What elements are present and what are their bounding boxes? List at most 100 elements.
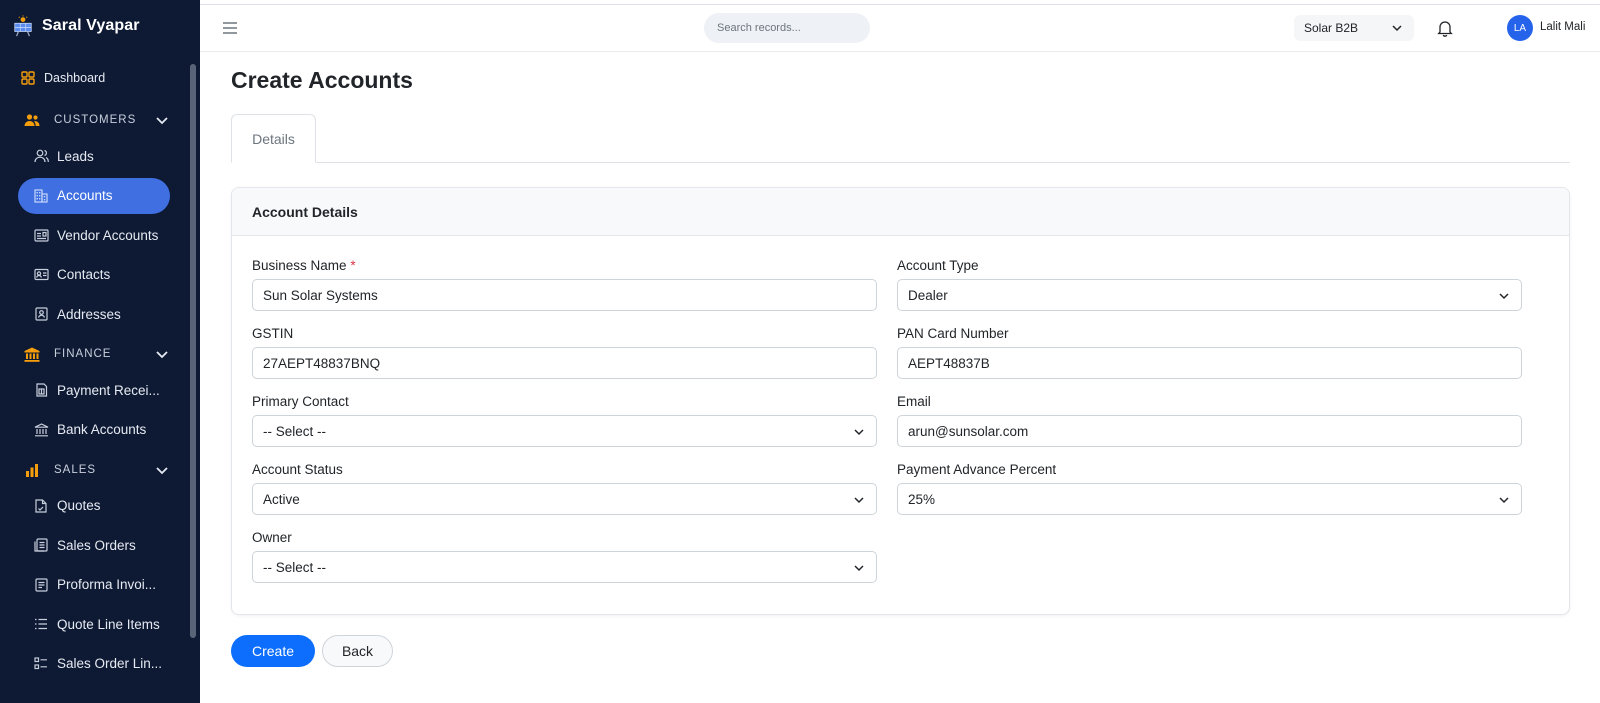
orders-icon bbox=[33, 537, 49, 553]
page-title: Create Accounts bbox=[231, 67, 413, 93]
sidebar-item-label: Sales Order Lin... bbox=[57, 656, 163, 671]
sidebar-item-label: Contacts bbox=[57, 267, 111, 282]
payment-advance-label: Payment Advance Percent bbox=[897, 462, 1057, 477]
gstin-value: 27AEPT48837BNQ bbox=[263, 355, 381, 371]
organization-select[interactable]: Solar B2B bbox=[1294, 15, 1414, 41]
sidebar-item-payment-receipts[interactable]: Payment Recei... bbox=[18, 372, 170, 408]
card-title: Account Details bbox=[232, 188, 1569, 236]
payment-advance-value: 25% bbox=[908, 491, 936, 507]
sidebar-item-label: Quote Line Items bbox=[57, 616, 160, 632]
gstin-label: GSTIN bbox=[252, 326, 294, 341]
section-finance[interactable]: FINANCE bbox=[18, 336, 170, 372]
business-name-label-text: Business Name bbox=[252, 258, 347, 273]
search-input[interactable] bbox=[704, 13, 870, 43]
sidebar-item-leads[interactable]: Leads bbox=[18, 138, 170, 174]
address-book-icon bbox=[33, 306, 49, 322]
account-status-select[interactable]: Active bbox=[252, 483, 877, 515]
sidebar-item-bank-accounts[interactable]: Bank Accounts bbox=[18, 412, 170, 448]
chevron-down-icon bbox=[1499, 497, 1509, 504]
organization-value: Solar B2B bbox=[1304, 21, 1359, 35]
building-icon bbox=[33, 188, 49, 204]
primary-contact-value: -- Select -- bbox=[263, 423, 327, 439]
business-name-label: Business Name * bbox=[252, 258, 356, 273]
account-type-label: Account Type bbox=[897, 258, 979, 273]
bell-icon[interactable] bbox=[1436, 19, 1454, 37]
account-type-select[interactable]: Dealer bbox=[897, 279, 1522, 311]
user-name[interactable]: Lalit Mali bbox=[1540, 21, 1585, 33]
owner-select[interactable]: -- Select -- bbox=[252, 551, 877, 583]
email-value: arun@sunsolar.com bbox=[908, 423, 1029, 439]
business-name-value: Sun Solar Systems bbox=[263, 287, 378, 303]
back-button[interactable]: Back bbox=[322, 635, 393, 667]
section-label: SALES bbox=[54, 463, 97, 476]
sidebar-scrollbar[interactable] bbox=[190, 64, 196, 638]
sidebar-item-label: Payment Recei... bbox=[57, 382, 160, 398]
quote-document-icon bbox=[33, 498, 49, 514]
vendor-card-icon bbox=[33, 227, 49, 243]
chevron-down-icon bbox=[154, 462, 170, 478]
solar-panel-logo-icon bbox=[14, 15, 32, 37]
sidebar-nav: Dashboard CUSTOMERS Leads Accounts Vendo… bbox=[0, 52, 200, 682]
sidebar-item-accounts[interactable]: Accounts bbox=[18, 177, 170, 214]
tabs: Details bbox=[231, 114, 1570, 163]
section-label: CUSTOMERS bbox=[54, 114, 137, 126]
sidebar-item-label: Sales Orders bbox=[57, 537, 136, 553]
pan-input[interactable]: AEPT48837B bbox=[897, 347, 1522, 379]
sidebar-item-sales-order-lines[interactable]: Sales Order Lin... bbox=[18, 646, 170, 682]
invoice-icon bbox=[33, 577, 49, 593]
sidebar-item-label: Addresses bbox=[57, 306, 121, 322]
owner-label: Owner bbox=[252, 530, 292, 545]
sidebar-item-dashboard[interactable]: Dashboard bbox=[18, 60, 170, 96]
bank-outline-icon bbox=[33, 422, 49, 438]
owner-value: -- Select -- bbox=[263, 559, 327, 575]
primary-contact-select[interactable]: -- Select -- bbox=[252, 415, 877, 447]
main-content: Create Accounts Details Account Details … bbox=[200, 52, 1600, 703]
avatar[interactable]: LA bbox=[1507, 15, 1533, 41]
tab-details[interactable]: Details bbox=[231, 114, 316, 163]
sidebar-item-sales-orders[interactable]: Sales Orders bbox=[18, 527, 170, 563]
gstin-input[interactable]: 27AEPT48837BNQ bbox=[252, 347, 877, 379]
sidebar-item-quotes[interactable]: Quotes bbox=[18, 488, 170, 524]
chevron-down-icon bbox=[854, 497, 864, 504]
email-field[interactable]: arun@sunsolar.com bbox=[897, 415, 1522, 447]
app-name: Saral Vyapar bbox=[42, 17, 140, 34]
chevron-down-icon bbox=[854, 565, 864, 572]
sidebar-item-label: Leads bbox=[57, 148, 94, 164]
sidebar-item-label: Proforma Invoi... bbox=[57, 577, 157, 592]
dashboard-icon bbox=[20, 70, 36, 86]
primary-contact-label: Primary Contact bbox=[252, 394, 349, 409]
sidebar-item-proforma-invoices[interactable]: Proforma Invoi... bbox=[18, 567, 170, 603]
brand[interactable]: Saral Vyapar bbox=[0, 0, 200, 52]
chevron-down-icon bbox=[154, 346, 170, 362]
hamburger-menu-icon[interactable] bbox=[222, 20, 238, 36]
create-button[interactable]: Create bbox=[231, 635, 315, 667]
sidebar-item-label: Quotes bbox=[57, 498, 101, 513]
chevron-down-icon bbox=[1499, 293, 1509, 300]
sidebar-item-label: Dashboard bbox=[44, 71, 106, 85]
sidebar-item-label: Bank Accounts bbox=[57, 422, 147, 437]
topbar: Solar B2B LA Lalit Mali bbox=[200, 4, 1600, 52]
section-customers[interactable]: CUSTOMERS bbox=[18, 102, 170, 138]
sidebar-item-addresses[interactable]: Addresses bbox=[18, 296, 170, 332]
chevron-down-icon bbox=[854, 429, 864, 436]
leads-icon bbox=[33, 148, 49, 164]
sidebar-item-label: Vendor Accounts bbox=[57, 227, 159, 243]
business-name-input[interactable]: Sun Solar Systems bbox=[252, 279, 877, 311]
users-icon bbox=[24, 112, 40, 128]
section-sales[interactable]: SALES bbox=[18, 452, 170, 488]
receipt-icon bbox=[33, 382, 49, 398]
account-type-value: Dealer bbox=[908, 287, 948, 303]
account-status-value: Active bbox=[263, 491, 300, 507]
chevron-down-icon bbox=[154, 112, 170, 128]
required-marker: * bbox=[350, 258, 356, 273]
pan-value: AEPT48837B bbox=[908, 355, 990, 371]
sidebar-item-label: Accounts bbox=[57, 188, 113, 203]
sidebar-item-contacts[interactable]: Contacts bbox=[18, 257, 170, 293]
section-label: FINANCE bbox=[54, 348, 112, 360]
account-status-label: Account Status bbox=[252, 462, 343, 477]
checklist-icon bbox=[33, 656, 49, 672]
sidebar-item-vendor-accounts[interactable]: Vendor Accounts bbox=[18, 217, 170, 253]
payment-advance-select[interactable]: 25% bbox=[897, 483, 1522, 515]
bank-icon bbox=[24, 346, 40, 362]
sidebar-item-quote-line-items[interactable]: Quote Line Items bbox=[18, 606, 170, 642]
